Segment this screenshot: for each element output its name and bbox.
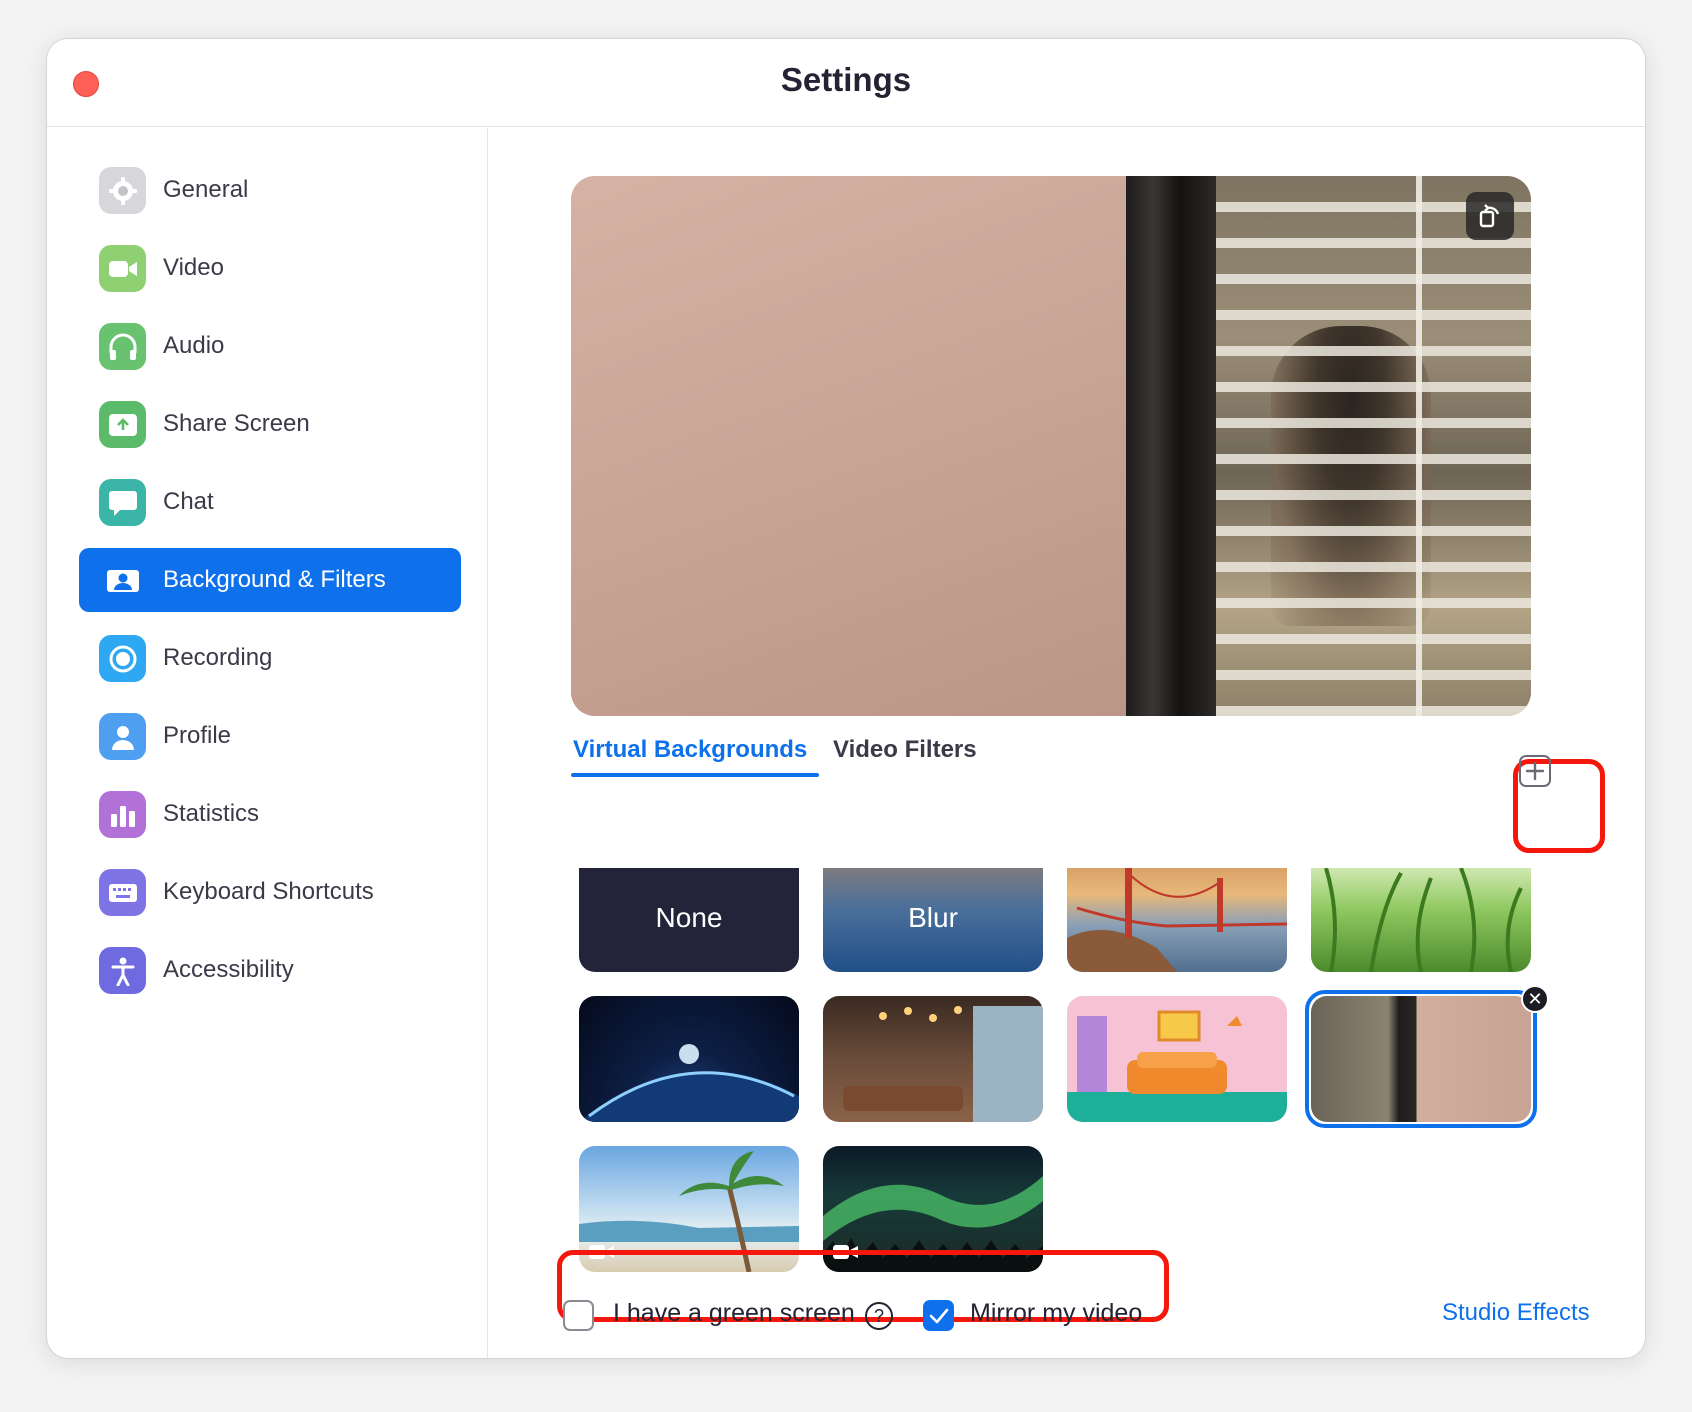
background-thumb-lounge[interactable] [823, 996, 1043, 1122]
sidebar-item-label: Share Screen [163, 410, 310, 437]
add-background-button[interactable] [1519, 755, 1551, 787]
golden-gate-image [1067, 868, 1287, 972]
mirror-video-checkbox[interactable] [923, 1300, 954, 1331]
preview-window-frame [1126, 176, 1216, 716]
preview-blind-cord [1416, 176, 1422, 716]
settings-window: Settings General Video Audio Share Scree… [46, 38, 1646, 1359]
keyboard-icon [99, 869, 146, 916]
lounge-image [843, 1006, 1043, 1122]
help-icon[interactable]: ? [865, 1302, 893, 1330]
background-options-bar: I have a green screen ? Mirror my video … [489, 1290, 1645, 1340]
question-mark: ? [873, 1305, 884, 1326]
sidebar-item-accessibility[interactable]: Accessibility [79, 938, 461, 1002]
sidebar-item-share-screen[interactable]: Share Screen [79, 392, 461, 456]
sidebar-item-background-filters[interactable]: Background & Filters [79, 548, 461, 612]
background-thumb-blur[interactable]: Blur [823, 868, 1043, 972]
plus-icon [1525, 761, 1545, 781]
sidebar-item-label: Background & Filters [163, 566, 386, 593]
green-screen-label[interactable]: I have a green screen [613, 1299, 855, 1328]
sidebar-item-keyboard-shortcuts[interactable]: Keyboard Shortcuts [79, 860, 461, 924]
green-screen-checkbox[interactable] [563, 1300, 594, 1331]
sidebar-item-label: General [163, 176, 249, 203]
sidebar-item-statistics[interactable]: Statistics [79, 782, 461, 846]
sidebar-item-label: Accessibility [163, 956, 294, 983]
sidebar-item-chat[interactable]: Chat [79, 470, 461, 534]
selected-background-ring [1305, 990, 1537, 1128]
share-screen-icon [99, 401, 146, 448]
person-card-icon [99, 557, 146, 604]
studio-effects-link[interactable]: Studio Effects [1442, 1299, 1590, 1327]
window-title: Settings [780, 61, 912, 98]
sidebar-item-label: Profile [163, 722, 232, 749]
earth-image [579, 1044, 799, 1122]
active-tab-indicator [571, 773, 819, 777]
sidebar-item-label: Chat [163, 488, 214, 515]
chat-bubble-icon [99, 479, 146, 526]
gear-icon [99, 167, 146, 214]
record-icon [99, 635, 146, 682]
sidebar-item-label: Recording [163, 644, 273, 671]
grass-image [1324, 868, 1523, 972]
video-camera-icon [99, 245, 146, 292]
sidebar-item-label: Statistics [163, 800, 260, 827]
bar-chart-icon [99, 791, 146, 838]
sidebar: General Video Audio Share Screen Chat Ba… [47, 128, 488, 1358]
sidebar-item-recording[interactable]: Recording [79, 626, 461, 690]
close-icon: ✕ [1527, 988, 1543, 1009]
background-thumb-cartoon-room[interactable] [1067, 996, 1287, 1122]
headphones-icon [99, 323, 146, 370]
sidebar-item-audio[interactable]: Audio [79, 314, 461, 378]
preview-blinds [1216, 176, 1531, 716]
sidebar-item-video[interactable]: Video [79, 236, 461, 300]
thumb-label: None [655, 902, 723, 933]
sidebar-item-general[interactable]: General [79, 158, 461, 222]
cartoon-room-image [1067, 1010, 1287, 1122]
sidebar-item-label: Video [163, 254, 224, 281]
background-thumb-grass[interactable] [1311, 868, 1531, 972]
title-bar: Settings [47, 39, 1645, 127]
remove-background-button[interactable]: ✕ [1521, 985, 1549, 1013]
background-filters-panel: Virtual Backgrounds Video Filters None B… [489, 128, 1645, 1358]
rotate-icon [1479, 204, 1500, 228]
video-preview [571, 176, 1531, 716]
mirror-video-label[interactable]: Mirror my video [970, 1299, 1142, 1328]
thumb-label: Blur [908, 902, 958, 933]
background-thumb-earth[interactable] [579, 996, 799, 1122]
tab-virtual-backgrounds[interactable]: Virtual Backgrounds [573, 736, 807, 764]
checkmark-icon [929, 1308, 948, 1323]
tab-video-filters[interactable]: Video Filters [833, 736, 977, 764]
profile-icon [99, 713, 146, 760]
accessibility-icon [99, 947, 146, 994]
background-thumb-none[interactable]: None [579, 868, 799, 972]
rotate-video-button[interactable] [1466, 192, 1514, 240]
sidebar-item-label: Audio [163, 332, 225, 359]
sidebar-item-profile[interactable]: Profile [79, 704, 461, 768]
preview-wall [571, 176, 1126, 716]
background-thumb-golden-gate[interactable] [1067, 868, 1287, 972]
sidebar-item-label: Keyboard Shortcuts [163, 878, 374, 905]
